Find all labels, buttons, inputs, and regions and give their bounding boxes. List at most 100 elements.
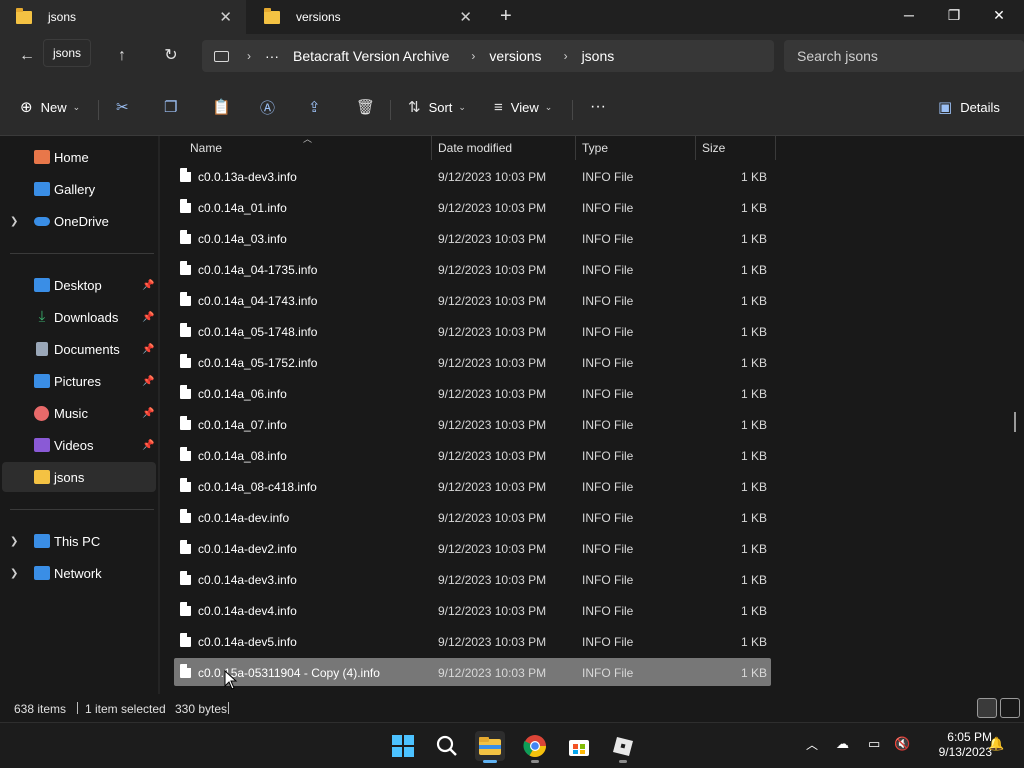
file-row[interactable]: c0.0.14a_05-1752.info 9/12/2023 10:03 PM I… xyxy=(174,348,771,376)
column-header-date[interactable]: Date modified xyxy=(438,141,512,155)
file-icon xyxy=(180,292,191,306)
file-size: 1 KB xyxy=(740,542,767,556)
column-header-size[interactable]: Size xyxy=(702,141,725,155)
sidebar-item-onedrive[interactable]: ❯ OneDrive xyxy=(0,206,158,236)
paste-button[interactable]: 📋 xyxy=(212,95,239,119)
file-row[interactable]: c0.0.14a-dev2.info 9/12/2023 10:03 PM INFO… xyxy=(174,534,771,562)
file-icon xyxy=(180,540,191,554)
file-explorer-taskbar-button[interactable] xyxy=(475,731,505,763)
file-row[interactable]: c0.0.14a_07.info 9/12/2023 10:03 PM INFO F… xyxy=(174,410,771,438)
column-divider[interactable] xyxy=(431,136,432,160)
volume-muted-icon[interactable]: 🔇 xyxy=(894,736,910,752)
file-date: 9/12/2023 10:03 PM xyxy=(438,387,547,401)
copy-button[interactable]: ❐ xyxy=(164,95,185,119)
scrollbar-thumb[interactable] xyxy=(1014,412,1016,432)
file-row[interactable]: c0.0.14a-dev4.info 9/12/2023 10:03 PM INFO… xyxy=(174,596,771,624)
file-row[interactable]: c0.0.14a_04-1743.info 9/12/2023 10:03 PM I… xyxy=(174,286,771,314)
tab-jsons[interactable]: jsons ✕ xyxy=(0,0,246,34)
file-row[interactable]: c0.0.14a_04-1735.info 9/12/2023 10:03 PM I… xyxy=(174,255,771,283)
view-icon: ≡ xyxy=(494,98,503,116)
address-row: ← jsons ↑ ↻ › ··· Betacraft Version Arch… xyxy=(0,34,1024,78)
file-row[interactable]: c0.0.14a_06.info 9/12/2023 10:03 PM INFO F… xyxy=(174,379,771,407)
onedrive-tray-icon[interactable]: ☁ xyxy=(836,736,849,752)
file-row[interactable]: c0.0.14a-dev3.info 9/12/2023 10:03 PM INFO… xyxy=(174,565,771,593)
tiles-view-icon[interactable] xyxy=(1000,698,1020,718)
refresh-icon[interactable]: ↻ xyxy=(159,44,183,68)
breadcrumb-item[interactable]: Betacraft Version Archive xyxy=(293,48,449,64)
paste-icon: 📋 xyxy=(212,99,231,116)
roblox-taskbar-button[interactable] xyxy=(608,731,638,763)
sidebar-item-gallery[interactable]: Gallery xyxy=(0,174,158,204)
close-tab-icon[interactable]: ✕ xyxy=(219,8,232,26)
this-pc-icon[interactable] xyxy=(214,50,229,62)
notification-bell-icon[interactable]: 🔔 xyxy=(988,736,1004,752)
sidebar-item-pictures[interactable]: Pictures 📌 xyxy=(0,366,158,396)
store-taskbar-button[interactable] xyxy=(564,731,594,761)
breadcrumb-separator-icon[interactable]: › xyxy=(247,49,251,63)
view-button[interactable]: ≡ View ⌄ xyxy=(494,95,552,119)
file-size: 1 KB xyxy=(740,418,767,432)
file-row[interactable]: c0.0.14a_08-c418.info 9/12/2023 10:03 PM I… xyxy=(174,472,771,500)
cut-button[interactable]: ✂ xyxy=(116,95,137,119)
sidebar-item-videos[interactable]: Videos 📌 xyxy=(0,430,158,460)
delete-button[interactable]: 🗑 xyxy=(356,95,383,119)
sidebar-item-home[interactable]: Home xyxy=(0,142,158,172)
file-row[interactable]: c0.0.14a-dev5.info 9/12/2023 10:03 PM INFO… xyxy=(174,627,771,655)
chevron-right-icon[interactable]: ❯ xyxy=(10,568,18,579)
sort-icon: ⇅ xyxy=(408,99,421,116)
file-row[interactable]: c0.0.15a-05311904 - Copy (4).info 9/12/20… xyxy=(174,658,771,686)
sidebar-item-desktop[interactable]: Desktop 📌 xyxy=(0,270,158,300)
file-row[interactable]: c0.0.14a_01.info 9/12/2023 10:03 PM INFO F… xyxy=(174,193,771,221)
breadcrumb-separator-icon[interactable]: › xyxy=(471,49,475,63)
breadcrumb-item[interactable]: versions xyxy=(489,48,541,64)
chevron-right-icon[interactable]: ❯ xyxy=(10,216,18,227)
file-date: 9/12/2023 10:03 PM xyxy=(438,573,547,587)
close-button[interactable]: ✕ xyxy=(976,0,1022,30)
sidebar-item-jsons[interactable]: jsons xyxy=(2,462,156,492)
column-divider[interactable] xyxy=(695,136,696,160)
divider xyxy=(572,100,573,120)
chrome-taskbar-button[interactable] xyxy=(520,731,550,763)
share-button[interactable]: ⇪ xyxy=(308,95,329,119)
breadcrumb-separator-icon[interactable]: › xyxy=(564,49,568,63)
maximize-button[interactable]: ❐ xyxy=(931,0,977,30)
sidebar-item-documents[interactable]: Documents 📌 xyxy=(0,334,158,364)
file-row[interactable]: c0.0.14a-dev.info 9/12/2023 10:03 PM INFO … xyxy=(174,503,771,531)
sidebar-item-network[interactable]: ❯ Network xyxy=(0,558,158,588)
file-row[interactable]: c0.0.13a-dev3.info 9/12/2023 10:03 PM INFO… xyxy=(174,162,771,190)
chevron-right-icon[interactable]: ❯ xyxy=(10,536,18,547)
tab-versions[interactable]: versions ✕ xyxy=(248,0,486,34)
more-options-button[interactable]: ··· xyxy=(590,95,606,119)
file-row[interactable]: c0.0.14a_03.info 9/12/2023 10:03 PM INFO F… xyxy=(174,224,771,252)
column-header-name[interactable]: Name xyxy=(190,141,222,155)
breadcrumb-overflow[interactable]: ··· xyxy=(265,48,279,64)
sidebar-item-music[interactable]: Music 📌 xyxy=(0,398,158,428)
minimize-button[interactable]: ─ xyxy=(886,0,932,30)
sort-button[interactable]: ⇅ Sort ⌄ xyxy=(408,95,466,119)
network-tray-icon[interactable]: ▭ xyxy=(868,736,880,752)
close-tab-icon[interactable]: ✕ xyxy=(459,8,472,26)
sidebar-item-this-pc[interactable]: ❯ This PC xyxy=(0,526,158,556)
column-divider[interactable] xyxy=(775,136,776,160)
search-taskbar-button[interactable] xyxy=(432,731,462,761)
up-arrow-icon[interactable]: ↑ xyxy=(110,44,134,68)
new-tab-icon[interactable]: + xyxy=(500,5,512,28)
clock[interactable]: 6:05 PM 9/13/2023 xyxy=(920,730,992,760)
sidebar-item-downloads[interactable]: ⤓ Downloads 📌 xyxy=(0,302,158,332)
details-view-icon[interactable] xyxy=(977,698,997,718)
file-row[interactable]: c0.0.14a_05-1748.info 9/12/2023 10:03 PM I… xyxy=(174,317,771,345)
column-header-type[interactable]: Type xyxy=(582,141,608,155)
file-row[interactable]: c0.0.14a_08.info 9/12/2023 10:03 PM INFO F… xyxy=(174,441,771,469)
music-icon xyxy=(34,405,49,421)
start-button[interactable] xyxy=(388,731,418,761)
address-bar[interactable]: › ··· Betacraft Version Archive › versio… xyxy=(202,40,774,72)
new-button[interactable]: ⊕ New ⌄ xyxy=(20,95,80,119)
rename-button[interactable]: Ⓐ xyxy=(260,95,283,119)
search-input[interactable]: Search jsons xyxy=(784,40,1024,72)
chevron-up-icon[interactable]: ︿ xyxy=(806,736,818,753)
details-button[interactable]: ▣ Details xyxy=(938,95,1000,119)
back-arrow-icon[interactable]: ← xyxy=(15,44,39,68)
breadcrumb-item[interactable]: jsons xyxy=(582,48,615,64)
column-divider[interactable] xyxy=(575,136,576,160)
file-size: 1 KB xyxy=(740,387,767,401)
